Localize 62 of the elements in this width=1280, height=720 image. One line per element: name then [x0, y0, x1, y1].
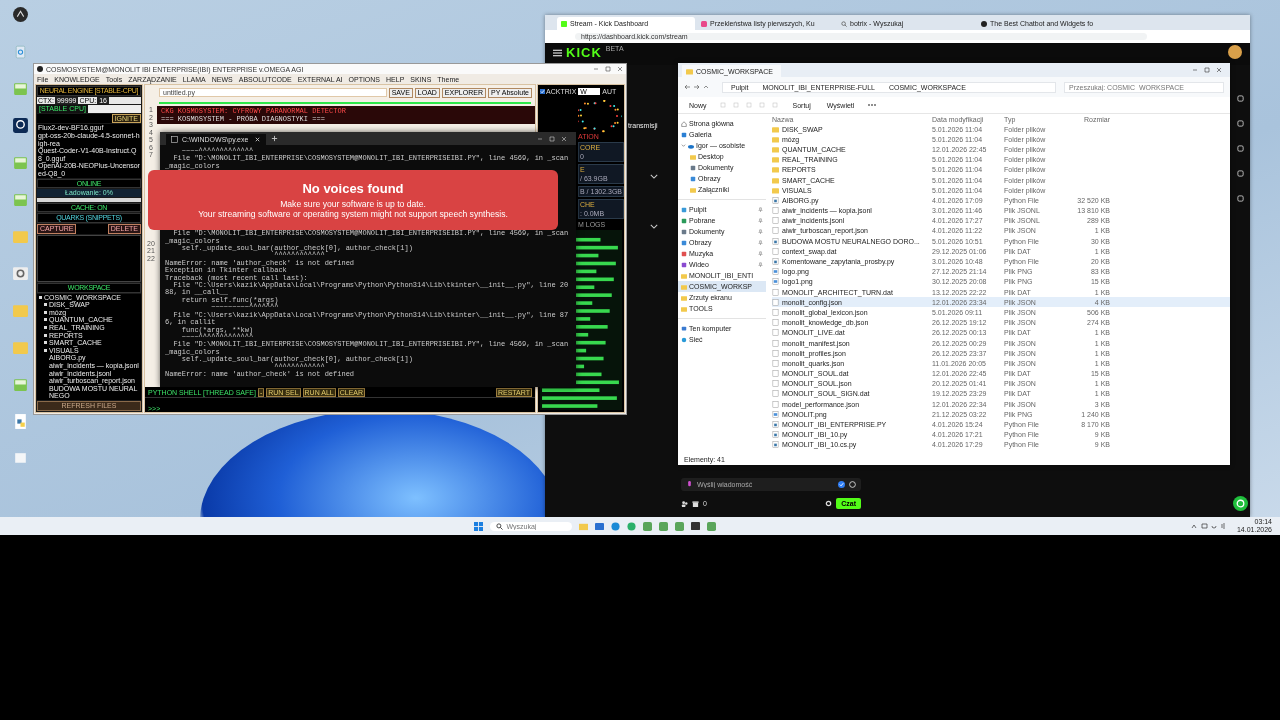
avatar[interactable]	[1228, 45, 1242, 59]
app-icon	[37, 66, 43, 72]
home-icon	[681, 120, 687, 127]
sidebar-icon[interactable]	[1236, 170, 1244, 177]
python-file-icon	[772, 196, 779, 204]
python-file-icon[interactable]	[12, 413, 29, 430]
window-controls-icon[interactable]	[593, 66, 623, 72]
clipboard-tools-icon[interactable]	[719, 102, 780, 108]
document-icon	[690, 164, 696, 171]
sidebar-icon[interactable]	[1236, 145, 1244, 152]
network-icon	[681, 336, 687, 343]
toast-message: Your streaming software or operating system might not support speech synthesis.	[198, 209, 508, 219]
download-icon	[681, 217, 687, 224]
sidebar-icon[interactable]	[1236, 195, 1244, 202]
search-icon	[496, 522, 504, 530]
store-icon[interactable]	[595, 521, 605, 531]
plus-icon[interactable]	[271, 135, 278, 142]
image-file-icon	[772, 278, 779, 286]
users-icon[interactable]	[681, 500, 688, 507]
emoji-icon[interactable]	[849, 481, 856, 488]
terminal-icon[interactable]	[691, 521, 701, 531]
file-icon	[772, 247, 779, 255]
kick-logo[interactable]: KICK	[566, 45, 602, 60]
microphone-icon[interactable]	[686, 481, 693, 488]
image-file-icon	[772, 410, 779, 418]
image-icon	[690, 175, 696, 182]
cloud-icon	[688, 142, 694, 149]
chat-bubble-icon[interactable]	[1232, 496, 1248, 511]
terminal-icon	[171, 136, 178, 143]
toast-message: Make sure your software is up to date.	[280, 199, 426, 209]
kick-logo-icon	[561, 20, 567, 27]
webcam-icon[interactable]	[12, 117, 29, 134]
check-icon	[540, 89, 545, 94]
gallery-icon	[681, 131, 687, 138]
folder-icon	[690, 186, 696, 193]
document-icon	[681, 228, 687, 235]
python-file-icon	[772, 237, 779, 245]
desktop-icon	[681, 206, 687, 213]
window-controls-icon[interactable]	[1192, 67, 1222, 73]
check-icon[interactable]	[838, 481, 845, 488]
video-icon	[701, 20, 707, 27]
folder-icon	[686, 67, 693, 75]
music-icon	[681, 250, 687, 257]
folder-icon	[690, 153, 696, 160]
settings-icon[interactable]	[825, 500, 833, 507]
chatbot-icon	[981, 20, 987, 27]
sidebar-icon[interactable]	[1236, 120, 1244, 127]
image-icon	[681, 239, 687, 246]
menu-icon[interactable]	[553, 49, 562, 57]
start-icon[interactable]	[474, 521, 484, 531]
gift-icon[interactable]	[692, 500, 699, 507]
video-icon	[681, 261, 687, 268]
close-icon[interactable]	[254, 136, 261, 143]
computer-icon	[681, 325, 687, 332]
image-file-icon	[772, 268, 779, 276]
python-file-icon	[772, 258, 779, 266]
particle-visualization-drawing	[578, 100, 622, 133]
app-icon[interactable]	[12, 6, 29, 23]
search-icon	[841, 20, 847, 27]
gear-icon[interactable]	[12, 265, 29, 282]
toast-title: No voices found	[302, 181, 404, 196]
sidebar-icon[interactable]	[1236, 95, 1244, 102]
